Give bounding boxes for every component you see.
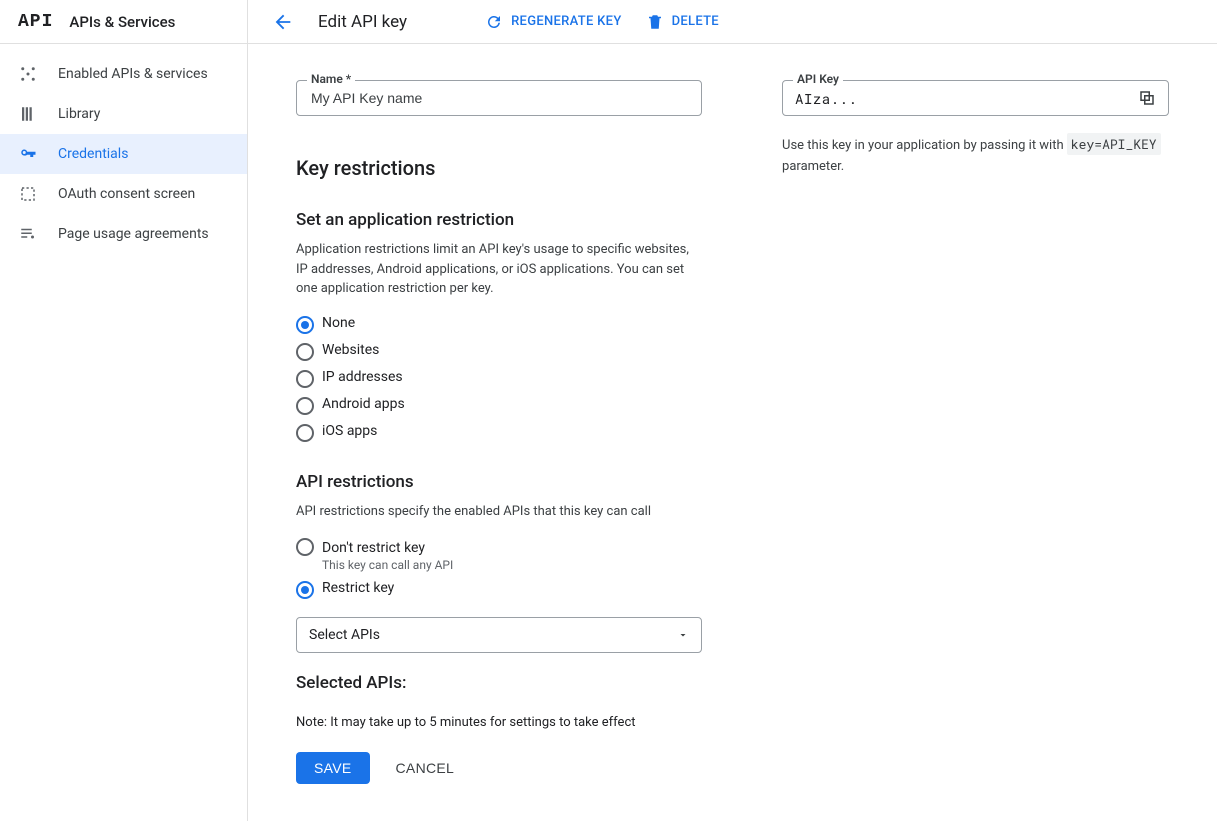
radio-ip[interactable]: IP addresses xyxy=(296,369,702,388)
consent-icon xyxy=(18,185,38,203)
sidebar-item-label: Page usage agreements xyxy=(58,226,209,242)
sidebar-item-enabled-apis[interactable]: Enabled APIs & services xyxy=(0,54,247,94)
field-label: API Key xyxy=(793,72,843,86)
radio-restrict[interactable]: Restrict key xyxy=(296,580,702,599)
radio-icon xyxy=(296,370,314,388)
radio-label: iOS apps xyxy=(322,423,377,439)
radio-icon xyxy=(296,316,314,334)
product-title: APIs & Services xyxy=(69,13,175,31)
key-restrictions-heading: Key restrictions xyxy=(296,156,702,180)
helper-code: key=API_KEY xyxy=(1067,133,1161,155)
radio-icon xyxy=(296,397,314,415)
select-apis-dropdown[interactable]: Select APIs xyxy=(296,617,702,653)
radio-ios[interactable]: iOS apps xyxy=(296,423,702,442)
api-logo: API xyxy=(18,12,53,32)
api-key-helper: Use this key in your application by pass… xyxy=(782,134,1169,178)
radio-icon xyxy=(296,424,314,442)
radio-label: Don't restrict key xyxy=(322,540,425,556)
sidebar-item-agreements[interactable]: Page usage agreements xyxy=(0,214,247,254)
copy-button[interactable] xyxy=(1138,89,1156,107)
sidebar-nav: Enabled APIs & services Library Credenti… xyxy=(0,44,247,254)
select-placeholder: Select APIs xyxy=(309,627,380,643)
delete-button[interactable]: DELETE xyxy=(646,13,719,31)
radio-label: Websites xyxy=(322,342,379,358)
radio-none[interactable]: None xyxy=(296,315,702,334)
selected-apis-heading: Selected APIs: xyxy=(296,673,702,693)
sidebar-item-credentials[interactable]: Credentials xyxy=(0,134,247,174)
app-restriction-heading: Set an application restriction xyxy=(296,210,702,230)
sidebar-item-label: Credentials xyxy=(58,146,128,162)
api-key-value: AIza... xyxy=(795,89,1138,108)
radio-label: None xyxy=(322,315,355,331)
app-restriction-options: None Websites IP addresses Android xyxy=(296,315,702,442)
api-restriction-desc: API restrictions specify the enabled API… xyxy=(296,502,702,522)
library-icon xyxy=(18,105,38,123)
name-field[interactable]: Name * xyxy=(296,80,702,116)
radio-icon xyxy=(296,343,314,361)
name-input[interactable] xyxy=(309,89,689,107)
action-label: REGENERATE KEY xyxy=(511,14,622,29)
radio-icon xyxy=(296,538,314,556)
arrow-left-icon xyxy=(272,11,294,33)
sidebar-item-label: Enabled APIs & services xyxy=(58,66,208,82)
sidebar-item-oauth[interactable]: OAuth consent screen xyxy=(0,174,247,214)
page-title: Edit API key xyxy=(318,12,407,32)
brand: API APIs & Services xyxy=(0,0,247,44)
agreements-icon xyxy=(18,225,38,243)
settings-note: Note: It may take up to 5 minutes for se… xyxy=(296,715,702,730)
radio-dont-restrict[interactable]: Don't restrict key This key can call any… xyxy=(296,537,702,572)
radio-sublabel: This key can call any API xyxy=(322,558,453,572)
main: Edit API key REGENERATE KEY DELETE xyxy=(248,0,1217,821)
cancel-button[interactable]: CANCEL xyxy=(390,759,461,777)
radio-android[interactable]: Android apps xyxy=(296,396,702,415)
key-icon xyxy=(18,145,38,163)
app-restriction-desc: Application restrictions limit an API ke… xyxy=(296,240,702,299)
enabled-apis-icon xyxy=(18,65,38,83)
radio-label: Restrict key xyxy=(322,580,394,596)
api-key-field: API Key AIza... xyxy=(782,80,1169,116)
sidebar-item-library[interactable]: Library xyxy=(0,94,247,134)
radio-websites[interactable]: Websites xyxy=(296,342,702,361)
back-button[interactable] xyxy=(272,11,294,33)
sidebar-item-label: OAuth consent screen xyxy=(58,186,195,202)
caret-down-icon xyxy=(677,629,689,641)
trash-icon xyxy=(646,13,664,31)
api-restriction-heading: API restrictions xyxy=(296,472,702,492)
radio-icon xyxy=(296,581,314,599)
sidebar: API APIs & Services Enabled APIs & servi… xyxy=(0,0,248,821)
sidebar-item-label: Library xyxy=(58,106,100,122)
save-button[interactable]: SAVE xyxy=(296,752,370,784)
action-label: DELETE xyxy=(672,14,719,29)
radio-label: Android apps xyxy=(322,396,405,412)
radio-label: IP addresses xyxy=(322,369,403,385)
field-label: Name * xyxy=(307,72,355,86)
regenerate-key-button[interactable]: REGENERATE KEY xyxy=(485,13,622,31)
refresh-icon xyxy=(485,13,503,31)
topbar: Edit API key REGENERATE KEY DELETE xyxy=(248,0,1217,44)
api-restriction-options: Don't restrict key This key can call any… xyxy=(296,537,702,599)
copy-icon xyxy=(1138,89,1156,107)
